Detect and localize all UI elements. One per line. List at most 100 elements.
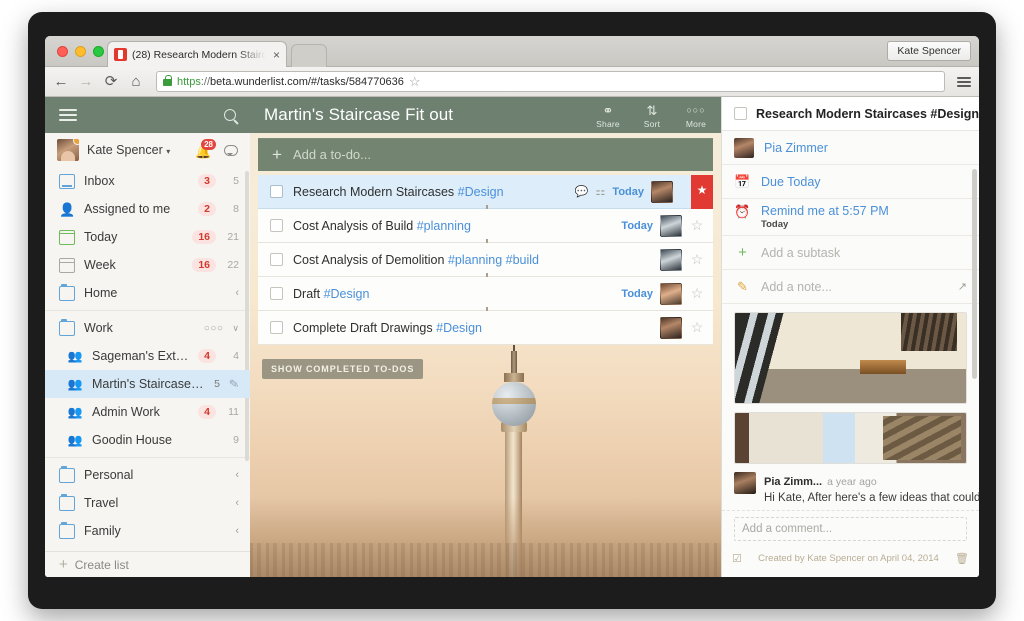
add-note-row[interactable]: ✎ Add a note... ↗: [722, 270, 979, 304]
chevron-left-icon[interactable]: ‹: [235, 497, 239, 509]
chevron-left-icon[interactable]: ‹: [235, 287, 239, 299]
sidebar-group-family[interactable]: Family ‹: [45, 517, 250, 545]
sidebar-group-label: Personal: [84, 468, 134, 482]
show-completed-todos-button[interactable]: SHOW COMPLETED TO-DOS: [262, 359, 424, 379]
star-icon[interactable]: ☆: [689, 217, 705, 234]
chevron-down-icon[interactable]: ∨: [232, 323, 239, 334]
add-todo-input[interactable]: + Add a to-do...: [258, 138, 713, 171]
close-window-button[interactable]: [57, 46, 68, 57]
reload-icon[interactable]: ⟳: [103, 74, 119, 89]
home-icon[interactable]: ⌂: [128, 74, 144, 89]
comment-item[interactable]: Pia Zimm... a year ago Hi Kate, After her…: [722, 464, 979, 511]
minimize-window-button[interactable]: [75, 46, 86, 57]
detail-title[interactable]: Research Modern Staircases #Design: [756, 107, 979, 121]
sidebar-item-martins-staircase-fit-out[interactable]: 👥 Martin's Staircase Fit o.. 5 ✎: [45, 370, 250, 398]
detail-reminder-row[interactable]: ⏰ Remind me at 5:57 PM Today: [722, 199, 979, 236]
todo-checkbox[interactable]: [270, 287, 283, 300]
todo-tag[interactable]: #planning: [448, 253, 502, 267]
table-row[interactable]: Draft #Design Today ☆: [258, 273, 713, 311]
star-icon[interactable]: ☆: [689, 251, 705, 268]
table-row[interactable]: Cost Analysis of Build #planning Today ☆: [258, 205, 713, 243]
todo-checkbox[interactable]: [270, 185, 283, 198]
chat-bubble-icon[interactable]: [224, 144, 238, 156]
browser-window: (28) Research Modern Stairc × Kate Spenc…: [45, 36, 979, 577]
detail-due-row[interactable]: 📅 Due Today: [722, 165, 979, 199]
add-subtask-row[interactable]: + Add a subtask: [722, 236, 979, 270]
avatar: [651, 180, 673, 203]
bell-icon[interactable]: 🔔 28: [195, 138, 216, 159]
sidebar-item-inbox[interactable]: Inbox 3 5: [45, 167, 250, 195]
more-dots-icon[interactable]: ○○○: [204, 323, 224, 334]
sidebar-group-travel[interactable]: Travel ‹: [45, 489, 250, 517]
todo-tag[interactable]: #planning: [417, 219, 471, 233]
alarm-clock-icon: ⏰: [734, 204, 751, 219]
share-button[interactable]: ⚭ Share: [587, 101, 629, 129]
todo-tag[interactable]: #Design: [458, 185, 504, 199]
star-icon[interactable]: ☆: [689, 319, 705, 336]
more-button[interactable]: ○○○ More: [675, 101, 717, 129]
comment-icon[interactable]: 💬: [575, 185, 589, 198]
add-comment-input[interactable]: Add a comment...: [734, 517, 967, 541]
new-tab-button[interactable]: [291, 44, 327, 67]
todo-checkbox[interactable]: [270, 253, 283, 266]
table-row[interactable]: Complete Draft Drawings #Design ☆: [258, 307, 713, 345]
browser-profile-button[interactable]: Kate Spencer: [887, 41, 971, 61]
search-icon[interactable]: [224, 109, 236, 121]
close-tab-icon[interactable]: ×: [271, 49, 280, 61]
create-list-button[interactable]: + Create list: [45, 551, 250, 577]
todo-tag[interactable]: #Design: [324, 287, 370, 301]
task-detail-panel: Research Modern Staircases #Design ★ Pia…: [721, 97, 979, 577]
hamburger-icon[interactable]: [59, 109, 77, 121]
note-icon[interactable]: ⚏: [596, 185, 606, 198]
sidebar-group-work[interactable]: Work ○○○ ∨: [45, 314, 250, 342]
url-host: beta.wunderlist.com: [210, 75, 308, 88]
calendar-icon: 📅: [734, 173, 751, 189]
url-scheme: https: [177, 75, 201, 88]
bookmark-star-icon[interactable]: ☆: [409, 74, 421, 90]
todo-checkbox[interactable]: [270, 321, 283, 334]
star-ribbon-icon[interactable]: ★: [691, 174, 713, 209]
star-icon[interactable]: ☆: [689, 285, 705, 302]
table-row[interactable]: Cost Analysis of Demolition #planning #b…: [258, 239, 713, 277]
table-row[interactable]: Research Modern Staircases #Design 💬 ⚏ T…: [258, 174, 713, 209]
browser-tab-active[interactable]: (28) Research Modern Stairc ×: [107, 41, 287, 67]
detail-assignee-row[interactable]: Pia Zimmer: [722, 131, 979, 165]
detail-checkbox[interactable]: [734, 107, 747, 120]
comment-author: Pia Zimm...: [764, 476, 823, 488]
sidebar-item-today[interactable]: Today 16 21: [45, 223, 250, 251]
browser-menu-icon[interactable]: [957, 76, 971, 87]
window-controls: [57, 46, 104, 57]
sidebar-item-sagemans-extension[interactable]: 👥 Sageman's Extension 4 4: [45, 342, 250, 370]
todo-tag[interactable]: #Design: [436, 321, 482, 335]
todo-checkbox[interactable]: [270, 219, 283, 232]
sidebar-group-home[interactable]: Home ‹: [45, 279, 250, 307]
chevron-down-icon[interactable]: ▾: [166, 147, 170, 156]
todo-title: Cost Analysis of Build #planning: [293, 218, 471, 233]
external-link-icon[interactable]: ↗: [958, 280, 967, 293]
trash-icon[interactable]: 🗑: [955, 552, 969, 565]
modern-room-fireplace-image: [735, 313, 966, 403]
sidebar-group-personal[interactable]: Personal ‹: [45, 461, 250, 489]
attachment-thumbnail[interactable]: [734, 312, 967, 404]
avatar: [734, 137, 754, 158]
chevron-left-icon[interactable]: ‹: [235, 469, 239, 481]
user-row[interactable]: Kate Spencer ▾ 🔔 28: [45, 133, 250, 167]
sidebar-item-week[interactable]: Week 16 22: [45, 251, 250, 279]
maximize-window-button[interactable]: [93, 46, 104, 57]
sidebar-item-assigned-to-me[interactable]: 👤 Assigned to me 2 8: [45, 195, 250, 223]
sidebar-item-goodin-house[interactable]: 👥 Goodin House 9: [45, 426, 250, 454]
todo-tag[interactable]: #build: [506, 253, 539, 267]
address-bar[interactable]: https://beta.wunderlist.com/#/tasks/5847…: [156, 71, 945, 92]
detail-reminder-label: Remind me at 5:57 PM: [761, 204, 889, 218]
sidebar-item-badge: 16: [192, 258, 216, 272]
attachment-thumbnail[interactable]: [734, 412, 967, 464]
people-icon: 👥: [67, 404, 83, 419]
detail-scrollbar[interactable]: [972, 169, 977, 379]
back-icon[interactable]: ←: [53, 74, 69, 89]
sidebar-item-admin-work[interactable]: 👥 Admin Work 4 11: [45, 398, 250, 426]
forward-icon[interactable]: →: [78, 74, 94, 89]
sort-button[interactable]: ⇅ Sort: [631, 101, 673, 129]
chat-activity-icon[interactable]: ☑: [732, 552, 742, 565]
pencil-icon[interactable]: ✎: [228, 376, 240, 391]
chevron-left-icon[interactable]: ‹: [235, 525, 239, 537]
